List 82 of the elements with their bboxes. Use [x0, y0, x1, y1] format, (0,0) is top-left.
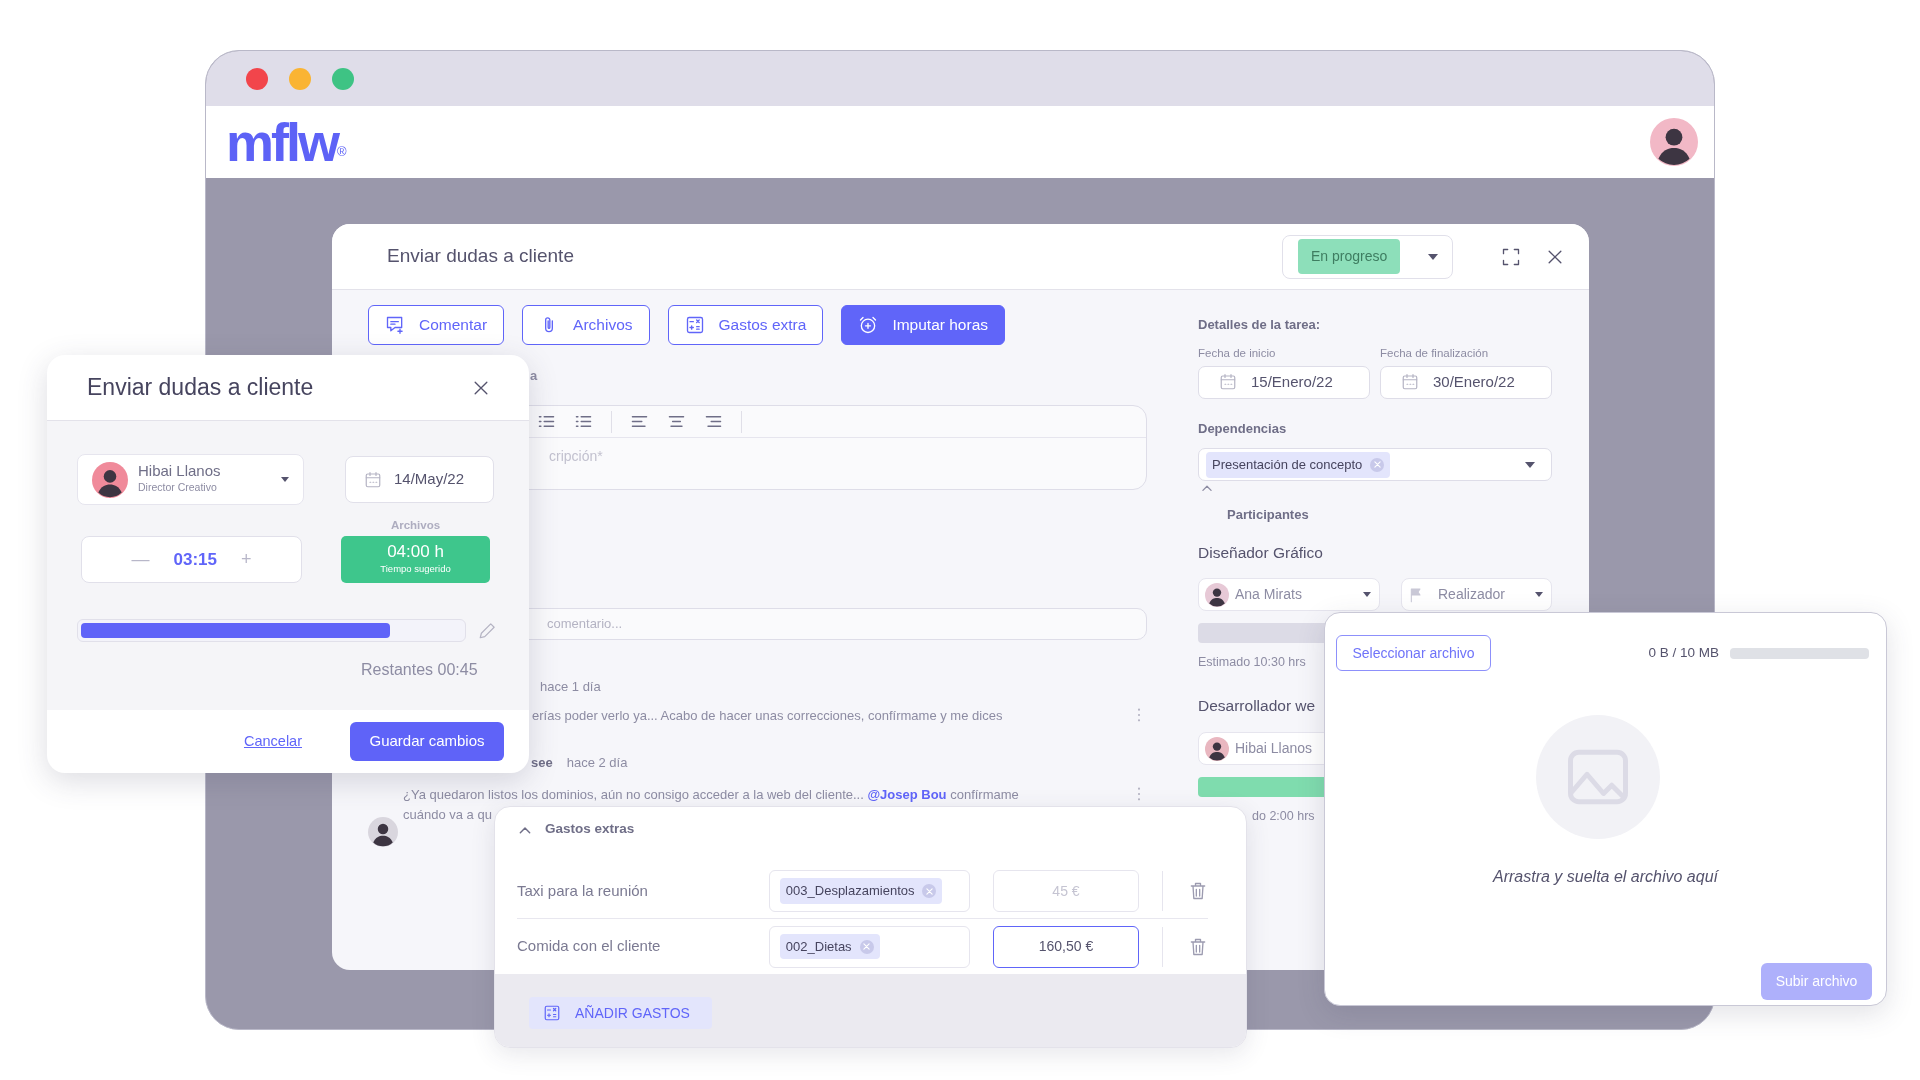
trash-icon[interactable]	[1188, 936, 1208, 957]
window-control[interactable]	[246, 67, 268, 90]
person-name: Hibai Llanos	[138, 463, 222, 480]
field-label: Fecha de finalización	[1380, 345, 1489, 361]
suggested-time: 04:00 h	[387, 543, 444, 562]
avatar	[1205, 736, 1229, 761]
action-tab[interactable]: Imputar horas	[841, 305, 1005, 345]
category-tag: 003_Desplazamientos	[779, 878, 943, 904]
role-title: Diseñador Gráfico	[1198, 542, 1324, 563]
role-title: Desarrollador we	[1198, 695, 1317, 716]
avatar	[1205, 582, 1229, 607]
drop-text: Arrastra y suelta el archivo aquí	[1491, 867, 1720, 887]
amount-field[interactable]: 160,50 €	[992, 925, 1139, 968]
dependency-tag: Presentación de concepto	[1206, 452, 1391, 478]
comment-text: erías poder verlo ya... Acabo de hacer unas correcciones, confírmame y me dices	[532, 707, 1003, 725]
action-tab[interactable]: Gastos extra	[667, 305, 824, 345]
section-label: a	[530, 367, 539, 384]
status-dropdown[interactable]: En progreso	[1282, 234, 1453, 279]
avatar	[1650, 118, 1698, 166]
cancel-link[interactable]: Cancelar	[243, 730, 302, 753]
calendar-icon	[1219, 373, 1237, 392]
expense-concept: Comida con el cliente	[517, 936, 662, 957]
caret-icon	[281, 477, 289, 482]
remove-icon[interactable]	[862, 942, 872, 951]
calendar-icon	[364, 470, 382, 489]
comment-time: hace 1 día	[540, 679, 601, 694]
time-value: 03:15	[173, 549, 217, 571]
remaining-time: Restantes 00:45	[361, 660, 479, 681]
avatar	[368, 817, 398, 847]
person-select[interactable]: Ana Mirats	[1198, 578, 1380, 611]
save-button[interactable]: Guardar cambios	[350, 722, 504, 761]
section-heading: Participantes	[1227, 506, 1310, 525]
comment-text: cuándo va a qu	[403, 806, 492, 824]
section-label: Archivos	[389, 518, 442, 533]
action-tab[interactable]: Comentar	[368, 305, 505, 345]
logo[interactable]: mflw	[226, 115, 337, 169]
size-text: 0 B / 10 MB	[1648, 643, 1719, 662]
estimate-text: do 2:00 hrs	[1252, 808, 1315, 825]
comment-time: hace 2 día	[566, 754, 628, 771]
field-label: Fecha de inicio	[1198, 345, 1277, 361]
trash-icon[interactable]	[1188, 881, 1208, 901]
editor-placeholder: cripción*	[549, 447, 604, 466]
avatar	[92, 461, 128, 498]
role-select[interactable]: Realizador	[1401, 578, 1552, 611]
category-select[interactable]: 003_Desplazamientos	[768, 870, 970, 912]
caret-icon	[1363, 592, 1371, 597]
registered-mark: ®	[337, 143, 347, 159]
comment-icon	[385, 315, 405, 335]
calculator-icon	[684, 315, 705, 335]
dialog-title: Enviar dudas a cliente	[87, 373, 314, 403]
dialog-title: Enviar dudas a cliente	[387, 244, 575, 269]
add-expense-button[interactable]: AÑADIR GASTOS	[529, 997, 712, 1029]
person-role: Director Creativo	[138, 479, 218, 495]
date-field[interactable]: 14/May/22	[345, 456, 494, 503]
category-tag: 002_Dietas	[779, 933, 880, 960]
section-heading: Gastos extras	[545, 820, 635, 839]
dependency-select[interactable]: Presentación de concepto	[1198, 448, 1552, 482]
calendar-icon	[1401, 373, 1419, 392]
expand-icon[interactable]	[1501, 246, 1521, 267]
comment-author: see	[531, 754, 553, 771]
remove-icon[interactable]	[925, 886, 934, 896]
section-heading: Dependencias	[1198, 419, 1288, 438]
category-select[interactable]: 002_Dietas	[768, 925, 970, 968]
pencil-icon[interactable]	[478, 621, 496, 640]
select-file-button[interactable]: Seleccionar archivo	[1336, 635, 1491, 671]
remove-icon[interactable]	[1372, 460, 1382, 470]
date-field[interactable]: 15/Enero/22	[1198, 365, 1370, 399]
estimate-text: Estimado 10:30 hrs	[1198, 654, 1306, 671]
caret-icon	[1535, 592, 1543, 597]
caret-icon	[1428, 253, 1438, 260]
section-heading: Detalles de la tarea:	[1198, 316, 1322, 334]
comment-text: ¿Ya quedaron listos los dominios, aún no consigo acceder a la web del cliente... @Josep Bou confírmame	[403, 786, 1019, 804]
window-control[interactable]	[332, 67, 354, 90]
person-select[interactable]: Hibai Llanos Director Creativo	[77, 454, 304, 505]
alarm-clock-icon	[858, 315, 879, 335]
expense-concept: Taxi para la reunión	[517, 880, 649, 901]
suggested-label: Tiempo sugerido	[380, 561, 451, 576]
status-label: En progreso	[1298, 239, 1401, 274]
date-field[interactable]: 30/Enero/22	[1380, 365, 1552, 399]
action-tab[interactable]: Archivos	[522, 305, 650, 345]
caret-icon	[1525, 461, 1535, 468]
calculator-icon	[543, 1004, 561, 1022]
